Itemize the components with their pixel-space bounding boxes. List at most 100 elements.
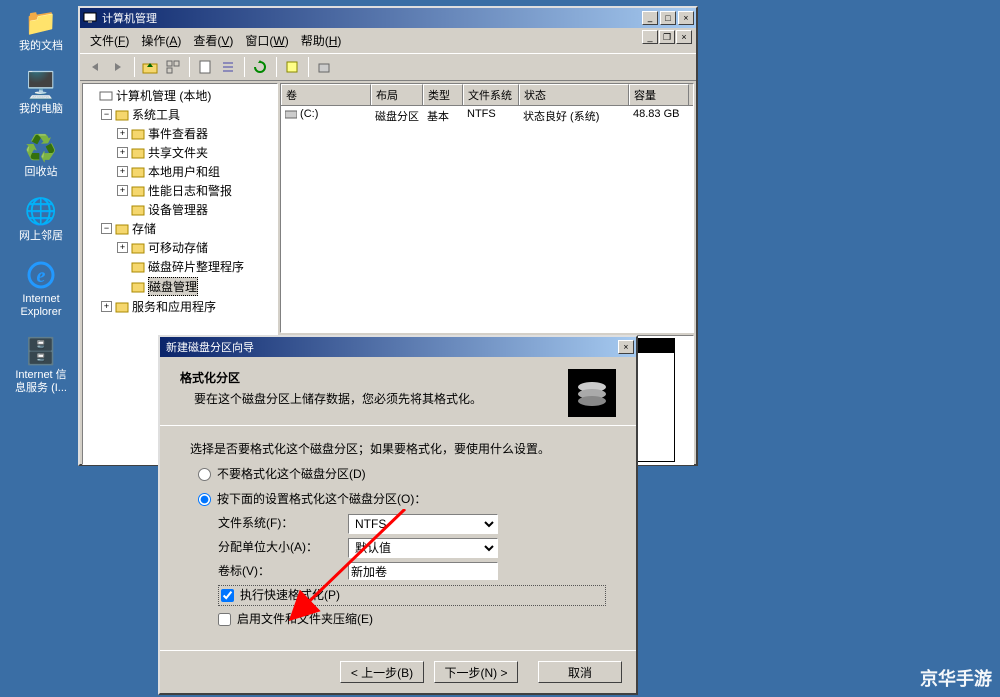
recycle-bin[interactable]: ♻️回收站 (6, 132, 76, 179)
titlebar[interactable]: 计算机管理 _ □ × (80, 8, 696, 28)
my-documents[interactable]: 📁我的文档 (6, 6, 76, 53)
tree-node-label: 计算机管理 (本地) (116, 87, 211, 104)
volume-list[interactable]: 卷布局类型文件系统状态容量 (C:)磁盘分区基本NTFS状态良好 (系统)48.… (280, 83, 694, 333)
volume-row[interactable]: (C:)磁盘分区基本NTFS状态良好 (系统)48.83 GB (281, 106, 693, 126)
compression-checkbox[interactable] (218, 613, 231, 626)
recycle-bin-icon: ♻️ (25, 132, 57, 164)
list-icon[interactable] (217, 56, 239, 78)
expand-icon[interactable]: + (101, 301, 112, 312)
tree-node-icon (130, 146, 146, 160)
dialog-close-button[interactable]: × (618, 340, 634, 354)
alloc-select[interactable]: 默认值 (348, 538, 498, 558)
back-button[interactable]: < 上一步(B) (340, 661, 424, 683)
internet-info-svc[interactable]: 🗄️Internet 信息服务 (I... (6, 335, 76, 395)
network-places-icon: 🌐 (25, 196, 57, 228)
radio-no-format[interactable] (198, 468, 211, 481)
tree-item[interactable]: 设备管理器 (85, 200, 275, 219)
expand-icon[interactable]: + (117, 128, 128, 139)
tree-node-label: 可移动存储 (148, 239, 208, 256)
tree-item[interactable]: + 服务和应用程序 (85, 297, 275, 316)
forward-icon[interactable] (107, 56, 129, 78)
tree-node-icon (130, 184, 146, 198)
column-header[interactable]: 类型 (423, 84, 463, 105)
column-header[interactable]: 容量 (629, 84, 689, 105)
close-button[interactable]: × (678, 11, 694, 25)
my-computer[interactable]: 🖥️ 我的电脑 (6, 69, 76, 116)
internet-explorer-icon: e (25, 259, 57, 291)
expand-icon[interactable]: − (101, 223, 112, 234)
menu-a[interactable]: 操作(A) (135, 30, 187, 51)
quick-format-checkbox[interactable] (221, 589, 234, 602)
mdi-restore-button[interactable]: ❐ (659, 30, 675, 44)
tree-item[interactable]: + 性能日志和警报 (85, 181, 275, 200)
volume-label-input[interactable] (348, 562, 498, 580)
cancel-button[interactable]: 取消 (538, 661, 622, 683)
disk-wizard-icon (568, 369, 616, 417)
window-title: 计算机管理 (102, 10, 642, 26)
tree-node-label: 设备管理器 (148, 201, 208, 218)
tree-node-icon (130, 165, 146, 179)
help-icon[interactable] (281, 56, 303, 78)
dialog-titlebar[interactable]: 新建磁盘分区向导 × (160, 337, 636, 357)
fs-label: 文件系统(F)： (218, 514, 348, 533)
tree-icon[interactable] (162, 56, 184, 78)
tree-node-icon (98, 89, 114, 103)
alloc-label: 分配单位大小(A)： (218, 538, 348, 557)
column-header[interactable]: 卷 (281, 84, 371, 105)
tree-item[interactable]: 磁盘碎片整理程序 (85, 257, 275, 276)
minimize-button[interactable]: _ (642, 11, 658, 25)
tree-node-icon (114, 300, 130, 314)
refresh-icon[interactable] (249, 56, 271, 78)
maximize-button[interactable]: □ (660, 11, 676, 25)
tree-item[interactable]: − 存储 (85, 219, 275, 238)
expand-icon[interactable]: + (117, 147, 128, 158)
expand-icon[interactable]: + (117, 166, 128, 177)
expand-icon[interactable]: + (117, 242, 128, 253)
my-computer-icon: 🖥️ (25, 69, 57, 101)
tree-node-label: 服务和应用程序 (132, 298, 216, 315)
tree-item[interactable]: + 可移动存储 (85, 238, 275, 257)
menu-f[interactable]: 文件(F) (84, 30, 135, 51)
radio-format[interactable] (198, 493, 211, 506)
expand-icon[interactable]: + (117, 185, 128, 196)
column-header[interactable]: 文件系统 (463, 84, 519, 105)
mdi-minimize-button[interactable]: _ (642, 30, 658, 44)
menu-v[interactable]: 查看(V) (187, 30, 239, 51)
vol-label: 卷标(V)： (218, 562, 348, 581)
tree-item[interactable]: 磁盘管理 (85, 276, 275, 297)
tree-item[interactable]: + 本地用户和组 (85, 162, 275, 181)
tree-node-label: 磁盘碎片整理程序 (148, 258, 244, 275)
tree-item[interactable]: −系统工具 (85, 105, 275, 124)
cell: (C:) (281, 108, 371, 124)
mdi-close-button[interactable]: × (676, 30, 692, 44)
tree-node-label: 性能日志和警报 (148, 182, 232, 199)
tree-node-label: 存储 (132, 220, 156, 237)
up-folder-icon[interactable] (139, 56, 161, 78)
expand-icon[interactable]: − (101, 109, 112, 120)
my-documents-icon: 📁 (25, 6, 57, 38)
new-partition-wizard: 新建磁盘分区向导 × 格式化分区 要在这个磁盘分区上储存数据，您必须先将其格式化… (158, 335, 638, 695)
quick-format-label: 执行快速格式化(P) (240, 586, 340, 605)
properties-icon[interactable] (194, 56, 216, 78)
column-header[interactable]: 布局 (371, 84, 423, 105)
menu-w[interactable]: 窗口(W) (239, 30, 294, 51)
radio-no-format-label: 不要格式化这个磁盘分区(D) (217, 465, 366, 484)
back-icon[interactable] (84, 56, 106, 78)
fs-select[interactable]: NTFS (348, 514, 498, 534)
dialog-subheading: 要在这个磁盘分区上储存数据，您必须先将其格式化。 (194, 390, 482, 407)
internet-explorer[interactable]: eInternetExplorer (6, 259, 76, 319)
next-button[interactable]: 下一步(N) > (434, 661, 518, 683)
cell: 基本 (423, 108, 463, 124)
network-places[interactable]: 🌐 网上邻居 (6, 196, 76, 243)
tree-item[interactable]: +事件查看器 (85, 124, 275, 143)
network-places-label: 网上邻居 (19, 230, 63, 243)
menu-h[interactable]: 帮助(H) (295, 30, 348, 51)
column-header[interactable]: 状态 (519, 84, 629, 105)
dialog-title: 新建磁盘分区向导 (162, 339, 618, 355)
radio-format-label: 按下面的设置格式化这个磁盘分区(O)： (217, 490, 426, 509)
tree-item[interactable]: +共享文件夹 (85, 143, 275, 162)
action-icon[interactable] (313, 56, 335, 78)
tree-item[interactable]: 计算机管理 (本地) (85, 86, 275, 105)
my-computer-label: 我的电脑 (19, 103, 63, 116)
tree-node-label: 本地用户和组 (148, 163, 220, 180)
